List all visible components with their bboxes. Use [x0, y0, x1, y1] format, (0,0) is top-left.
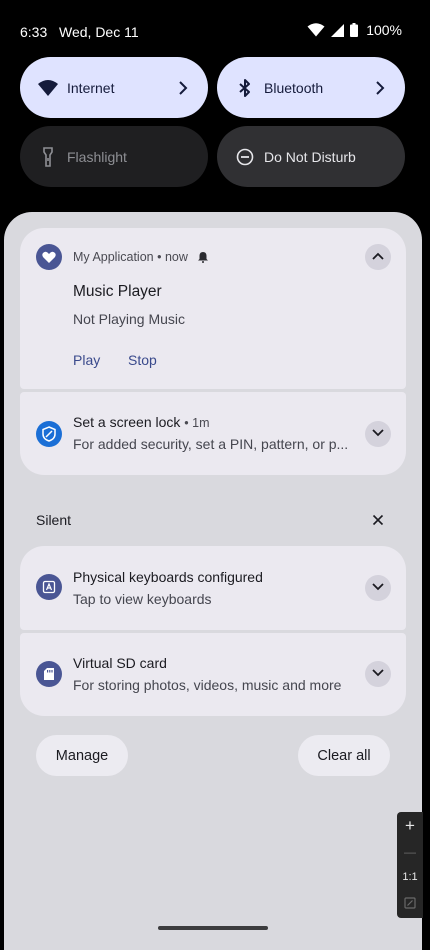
fit-screen-icon[interactable] — [397, 897, 423, 912]
clear-all-button-label: Clear all — [317, 747, 371, 764]
chevron-up-icon — [371, 248, 385, 266]
chevron-down-icon — [371, 579, 385, 597]
header-separator: • — [157, 250, 165, 264]
manage-button[interactable]: Manage — [36, 735, 128, 776]
chevron-down-icon — [371, 425, 385, 443]
chevron-right-icon — [373, 79, 387, 97]
keyboard-icon — [36, 574, 62, 600]
flashlight-icon — [37, 146, 59, 168]
notification-title: Virtual SD card — [73, 655, 167, 671]
status-date: Wed, Dec 11 — [59, 24, 139, 40]
zoom-in-button[interactable]: + — [397, 816, 423, 836]
chevron-down-icon — [371, 665, 385, 683]
tile-flashlight-label: Flashlight — [67, 149, 127, 165]
notification-text: Not Playing Music — [73, 311, 186, 327]
stop-button[interactable]: Stop — [128, 352, 157, 368]
close-icon — [369, 514, 387, 533]
expand-button[interactable] — [365, 421, 391, 447]
shield-icon — [36, 421, 62, 447]
tile-dnd-label: Do Not Disturb — [264, 149, 356, 165]
dismiss-silent-button[interactable] — [369, 511, 387, 529]
notification-title: Physical keyboards configured — [73, 569, 263, 585]
home-indicator[interactable] — [158, 926, 268, 930]
tile-bluetooth[interactable]: Bluetooth — [217, 57, 405, 118]
notification-text: For storing photos, videos, music and mo… — [73, 677, 342, 693]
status-time: 6:33 — [20, 24, 48, 40]
tile-bluetooth-label: Bluetooth — [264, 80, 324, 96]
tile-internet[interactable]: Internet — [20, 57, 208, 118]
alarm-bell-icon — [197, 250, 209, 268]
battery-icon — [350, 23, 359, 37]
notification-time: now — [164, 250, 188, 264]
bluetooth-icon — [234, 77, 256, 99]
silent-section-label: Silent — [36, 512, 72, 528]
zoom-ratio-button[interactable]: 1:1 — [397, 871, 423, 883]
wifi-icon — [307, 23, 325, 37]
sd-card-notification[interactable]: Virtual SD card For storing photos, vide… — [20, 633, 406, 716]
music-notification[interactable]: My Application • now Music Player Not Pl… — [20, 228, 406, 389]
do-not-disturb-icon — [234, 146, 256, 168]
notification-text: Tap to view keyboards — [73, 591, 212, 607]
battery-percent: 100% — [366, 22, 402, 38]
screen-lock-notification[interactable]: Set a screen lock • 1m For added securit… — [20, 392, 406, 475]
play-button[interactable]: Play — [73, 352, 100, 368]
notification-title: Music Player — [73, 283, 162, 300]
zoom-out-button[interactable]: — — [397, 845, 423, 859]
notification-text: For added security, set a PIN, pattern, … — [73, 436, 349, 452]
clear-all-button[interactable]: Clear all — [298, 735, 390, 776]
keyboards-notification[interactable]: Physical keyboards configured Tap to vie… — [20, 546, 406, 630]
sd-card-icon — [36, 661, 62, 687]
zoom-panel: + — 1:1 — [397, 812, 423, 918]
notification-title-line: Set a screen lock • 1m — [73, 414, 210, 430]
manage-button-label: Manage — [55, 747, 109, 764]
cell-signal-icon — [331, 23, 345, 37]
chevron-right-icon — [176, 79, 190, 97]
notification-header: My Application • now — [73, 250, 188, 264]
heart-icon — [36, 244, 62, 270]
wifi-icon — [37, 77, 59, 99]
app-name: My Application — [73, 250, 154, 264]
tile-internet-label: Internet — [67, 80, 115, 96]
status-bar: 6:33 Wed, Dec 11 100% — [0, 0, 430, 56]
collapse-button[interactable] — [365, 244, 391, 270]
expand-button[interactable] — [365, 575, 391, 601]
expand-button[interactable] — [365, 661, 391, 687]
tile-flashlight[interactable]: Flashlight — [20, 126, 208, 187]
notification-time: 1m — [192, 416, 210, 430]
tile-do-not-disturb[interactable]: Do Not Disturb — [217, 126, 405, 187]
header-separator: • — [184, 416, 193, 430]
status-icons: 100% — [307, 22, 402, 38]
notification-title: Set a screen lock — [73, 414, 181, 430]
